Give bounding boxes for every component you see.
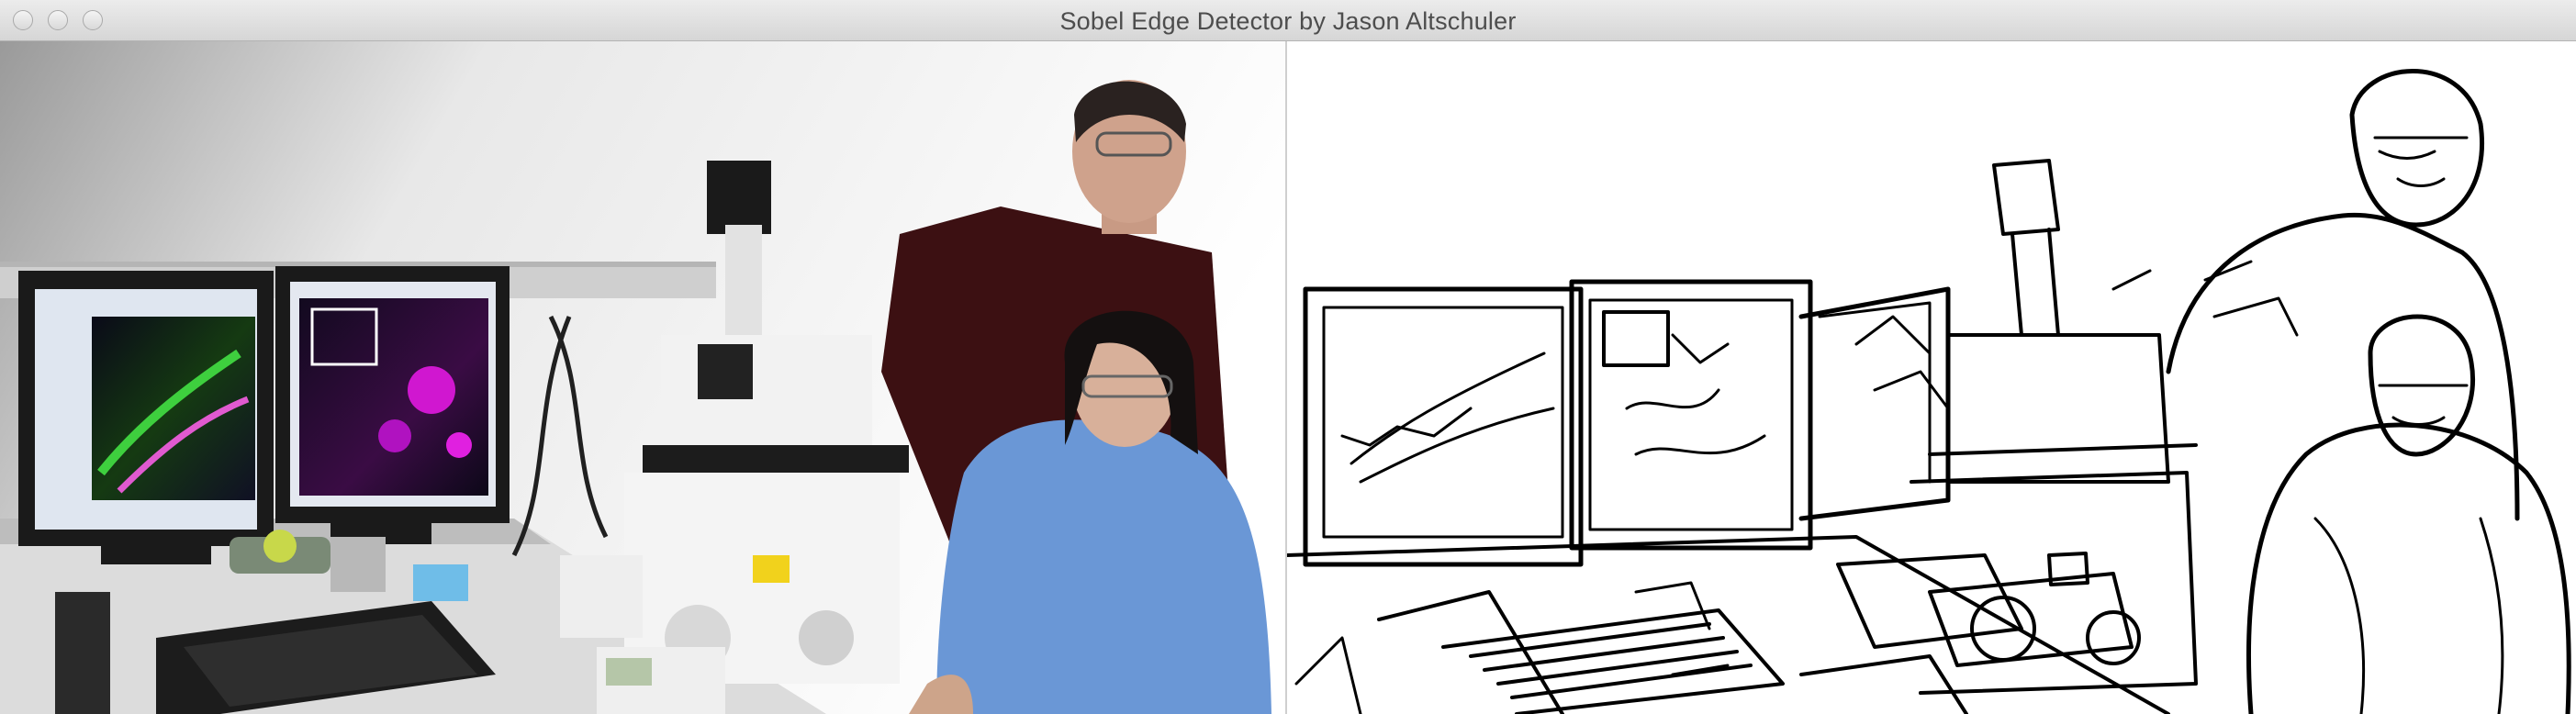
edge-image-panel <box>1287 41 2576 714</box>
app-window: Sobel Edge Detector by Jason Altschuler <box>0 0 2576 714</box>
window-title: Sobel Edge Detector by Jason Altschuler <box>1059 7 1517 35</box>
original-image-panel <box>0 41 1285 714</box>
monitor-right <box>275 266 510 544</box>
title-bar[interactable]: Sobel Edge Detector by Jason Altschuler <box>0 0 2576 41</box>
edge-detected-image <box>1287 41 2576 714</box>
image-area <box>0 41 2576 714</box>
original-photo <box>0 41 1285 714</box>
monitor-left <box>18 271 274 564</box>
